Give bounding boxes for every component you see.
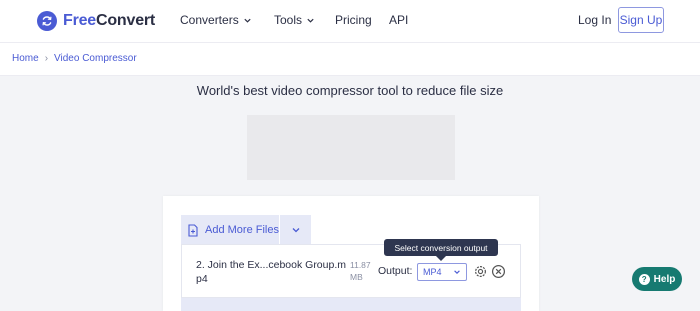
conversion-output-tooltip: Select conversion output xyxy=(384,239,498,256)
add-more-files-button[interactable]: Add More Files xyxy=(181,215,280,245)
add-files-dropdown-toggle[interactable] xyxy=(280,215,311,245)
signup-button[interactable]: Sign Up xyxy=(618,7,664,33)
breadcrumb-separator: › xyxy=(44,53,49,64)
gear-icon[interactable] xyxy=(473,264,488,279)
brand-name: FreeConvert xyxy=(63,12,156,29)
nav-tools-label: Tools xyxy=(274,13,303,27)
breadcrumb-bar: Home › Video Compressor xyxy=(0,43,700,76)
nav-tools[interactable]: Tools xyxy=(274,13,315,27)
breadcrumb-current[interactable]: Video Compressor xyxy=(54,53,137,64)
nav-pricing[interactable]: Pricing xyxy=(335,13,372,27)
close-circle-icon[interactable] xyxy=(491,264,506,279)
ad-placeholder xyxy=(247,115,455,180)
convert-bar xyxy=(181,298,521,311)
page-headline: World's best video compressor tool to re… xyxy=(196,83,504,98)
add-file-icon xyxy=(188,223,198,237)
chevron-down-icon xyxy=(307,18,314,23)
output-label: Output: xyxy=(378,265,413,277)
help-label: Help xyxy=(653,273,676,285)
help-icon: ? xyxy=(638,273,650,285)
refresh-logo-icon xyxy=(37,11,57,31)
chevron-down-icon xyxy=(454,270,460,274)
breadcrumb: Home › Video Compressor xyxy=(12,53,137,64)
tooltip-arrow xyxy=(436,256,446,261)
nav-api[interactable]: API xyxy=(389,13,408,27)
login-link[interactable]: Log In xyxy=(578,13,611,27)
chevron-down-icon xyxy=(292,228,299,233)
file-size: 11.87 MB xyxy=(350,260,371,282)
help-button[interactable]: ? Help xyxy=(632,267,682,291)
output-format-value: MP4 xyxy=(423,267,442,277)
top-navigation: FreeConvert Converters Tools Pricing API… xyxy=(0,0,700,43)
chevron-down-icon xyxy=(244,18,251,23)
add-more-files-label: Add More Files xyxy=(205,224,279,236)
file-name: 2. Join the Ex...cebook Group.mp4 xyxy=(196,259,346,285)
add-more-files-button-group: Add More Files xyxy=(181,215,311,245)
breadcrumb-home[interactable]: Home xyxy=(12,53,39,64)
output-format-select[interactable]: MP4 xyxy=(417,263,467,281)
nav-converters[interactable]: Converters xyxy=(180,13,252,27)
nav-converters-label: Converters xyxy=(180,13,239,27)
freeconvert-logo[interactable]: FreeConvert xyxy=(37,11,155,31)
